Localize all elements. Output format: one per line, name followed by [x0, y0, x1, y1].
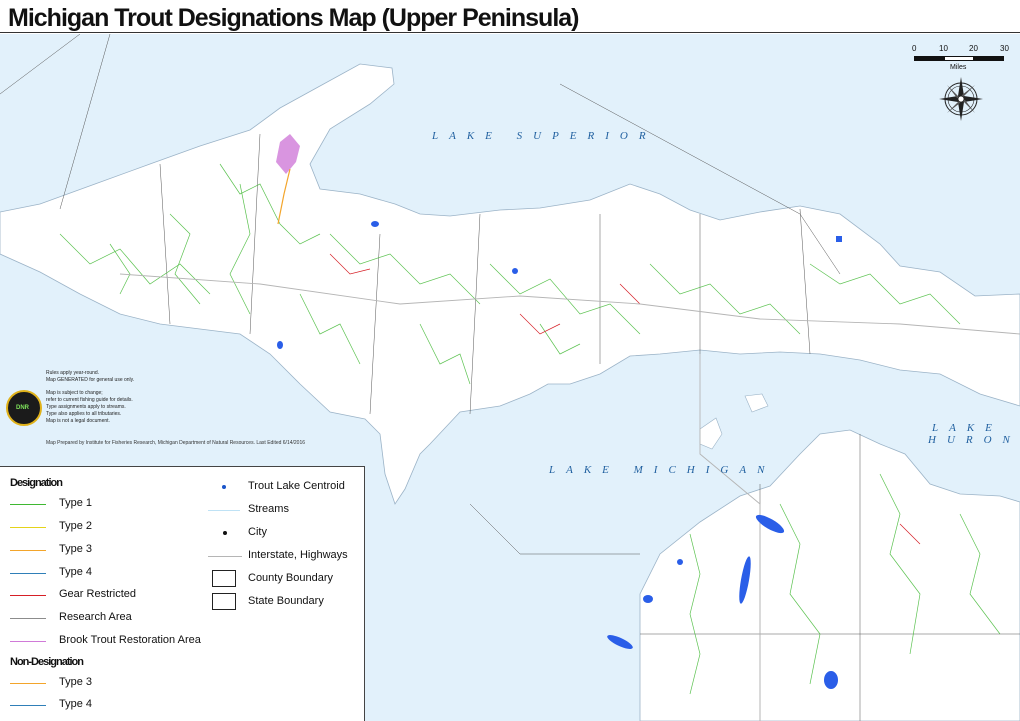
non-type-4-swatch: [10, 705, 46, 706]
legend-item-brook-trout-restoration: Brook Trout Restoration Area: [10, 634, 220, 648]
gear-restricted-swatch: [10, 595, 46, 596]
map-notes: Rules apply year-round. Map GENERATED fo…: [46, 370, 206, 425]
type-1-swatch: [10, 504, 46, 505]
legend-label: Type 1: [59, 497, 93, 509]
map-credit: Map Prepared by Institute for Fisheries …: [46, 440, 306, 446]
legend-item-type-2: Type 2: [10, 520, 210, 534]
lake-huron-label-2: HURON: [928, 434, 1020, 446]
city-dot-icon: [223, 531, 227, 535]
research-area-swatch: [10, 618, 46, 619]
scale-unit: Miles: [950, 64, 967, 71]
legend-label: Brook Trout Restoration Area: [59, 634, 201, 646]
legend-label: Streams: [248, 503, 289, 515]
scale-tick-20: 20: [969, 44, 978, 53]
note-line: Type also applies to all tributaries.: [46, 411, 122, 417]
legend-designation-heading: Designation: [10, 477, 63, 489]
scale-tick-10: 10: [939, 44, 948, 53]
legend-item-city: City: [208, 526, 358, 540]
note-line: refer to current fishing guide for detai…: [46, 397, 133, 403]
scale-tick-30: 30: [1000, 44, 1009, 53]
lake-superior-label: LAKE SUPERIOR: [432, 130, 657, 142]
legend-label: State Boundary: [248, 595, 324, 607]
scale-tick-0: 0: [912, 44, 917, 53]
scale-segment: [944, 56, 974, 61]
lake-michigan-label: LAKE MICHIGAN: [549, 464, 776, 476]
legend-item-type-1: Type 1: [10, 497, 210, 511]
scale-segment: [914, 56, 944, 61]
legend-label: County Boundary: [248, 572, 333, 584]
legend-item-non-type-4: Type 4: [10, 698, 210, 712]
legend-item-research-area: Research Area: [10, 611, 210, 625]
legend-label: Trout Lake Centroid: [248, 480, 345, 492]
legend-item-type-4: Type 4: [10, 566, 210, 580]
legend: Designation Type 1 Type 2 Type 3 Type 4 …: [0, 466, 365, 721]
legend-label: Interstate, Highways: [248, 549, 348, 561]
map-frame[interactable]: LAKE SUPERIOR LAKE MICHIGAN LAKE HURON 0…: [0, 34, 1020, 721]
type-2-swatch: [10, 527, 46, 528]
compass-rose-icon: [939, 77, 983, 121]
legend-item-highways: Interstate, Highways: [208, 549, 358, 563]
legend-label: Type 3: [59, 543, 93, 555]
logo-text: DNR: [16, 405, 29, 411]
island: [699, 417, 723, 450]
legend-item-trout-lake-centroid: Trout Lake Centroid: [208, 480, 358, 494]
legend-item-streams: Streams: [208, 503, 358, 517]
legend-label: Type 3: [59, 676, 93, 688]
scale-bar: 0 10 20 30 Miles: [912, 44, 1012, 74]
type-4-swatch: [10, 573, 46, 574]
brook-trout-restoration-swatch: [10, 641, 46, 642]
title-bar: Michigan Trout Designations Map (Upper P…: [0, 0, 1020, 33]
note-line: Map is not a legal document.: [46, 418, 110, 424]
legend-item-type-3: Type 3: [10, 543, 210, 557]
legend-item-state-boundary: State Boundary: [208, 593, 358, 610]
legend-item-county-boundary: County Boundary: [208, 570, 358, 587]
centroid-dot-icon: [222, 485, 226, 489]
scale-segment: [974, 56, 1004, 61]
state-boundary-swatch: [212, 593, 236, 610]
island: [744, 393, 769, 413]
legend-non-designation-heading: Non-Designation: [10, 656, 84, 668]
legend-label: Research Area: [59, 611, 132, 623]
note-line: Rules apply year-round.: [46, 370, 100, 376]
legend-item-gear-restricted: Gear Restricted: [10, 588, 210, 602]
legend-label: Gear Restricted: [59, 588, 137, 600]
note-line: Map GENERATED for general use only.: [46, 377, 135, 383]
county-boundary-swatch: [212, 570, 236, 587]
legend-label: Type 2: [59, 520, 93, 532]
legend-label: City: [248, 526, 267, 538]
lake-huron-label-1: LAKE: [932, 422, 1003, 434]
dnr-logo-icon: DNR: [6, 390, 42, 426]
note-line: Type assignments apply to streams.: [46, 404, 126, 410]
non-type-3-swatch: [10, 683, 46, 684]
type-3-swatch: [10, 550, 46, 551]
highway-swatch: [208, 556, 242, 557]
map-title: Michigan Trout Designations Map (Upper P…: [8, 4, 579, 32]
legend-item-non-type-3: Type 3: [10, 676, 210, 690]
note-line: Map is subject to change;: [46, 390, 103, 396]
legend-label: Type 4: [59, 698, 93, 710]
legend-label: Type 4: [59, 566, 93, 578]
stream-swatch: [208, 510, 240, 511]
